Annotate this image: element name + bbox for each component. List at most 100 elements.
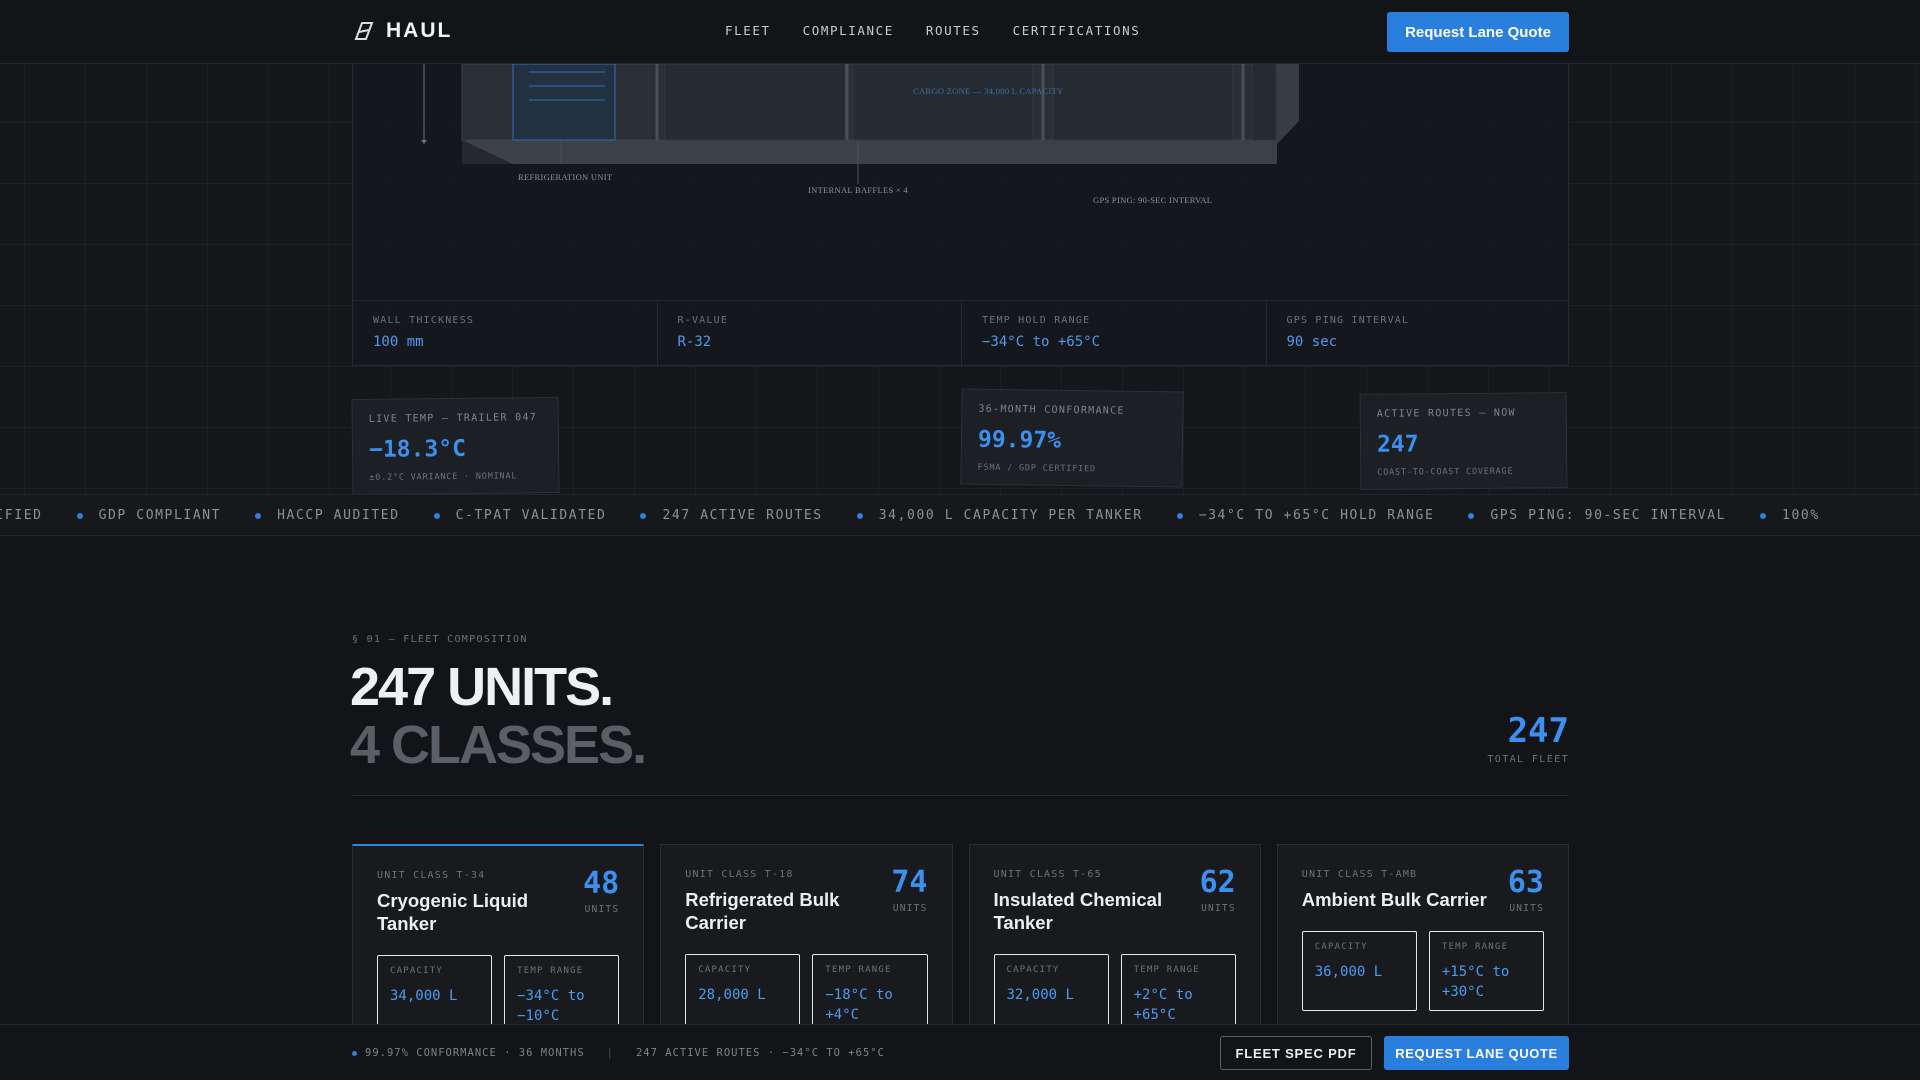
brand-logo[interactable]: HAUL bbox=[352, 19, 452, 43]
stat-label: TEMP RANGE bbox=[825, 965, 892, 975]
ticker-item: C-TPAT VALIDATED bbox=[433, 508, 607, 523]
bullet-dot-icon bbox=[856, 512, 863, 519]
fleet-card-tamb[interactable]: UNIT CLASS T-AMB Ambient Bulk Carrier 63… bbox=[1276, 844, 1569, 1054]
spec-temp-hold-range: TEMP HOLD RANGE −34°C to +65°C bbox=[962, 301, 1267, 366]
conformance-sub: FSMA / GDP CERTIFIED bbox=[977, 462, 1096, 475]
stat-value: +2°C to +65°C bbox=[1133, 987, 1193, 1023]
nav-routes[interactable]: ROUTES bbox=[926, 23, 981, 38]
stat-value: 36,000 L bbox=[1314, 964, 1383, 980]
brand-mark-icon bbox=[354, 22, 374, 40]
capacity-stat: CAPACITY 28,000 L bbox=[685, 954, 801, 1034]
live-temp-label: LIVE TEMP — TRAILER 047 bbox=[368, 412, 538, 425]
ticker-item: 100% bbox=[1760, 508, 1820, 523]
fleet-headline: 247 UNITS. 4 CLASSES. bbox=[350, 657, 647, 774]
ticker-item: GPS PING: 90-SEC INTERVAL bbox=[1468, 508, 1726, 523]
nav-fleet[interactable]: FLEET bbox=[725, 23, 771, 38]
spec-value: 90 sec bbox=[1286, 334, 1338, 350]
fleet-spec-pdf-button[interactable]: FLEET SPEC PDF bbox=[1220, 1036, 1372, 1070]
status-routes: 247 ACTIVE ROUTES · −34°C TO +65°C bbox=[635, 1047, 885, 1059]
spec-wall-thickness: WALL THICKNESS 100 mm bbox=[353, 301, 658, 366]
card-stats: CAPACITY 36,000 L TEMP RANGE +15°C to +3… bbox=[1301, 931, 1544, 1011]
brand-name: HAUL bbox=[386, 19, 453, 42]
ticker-track: TIFIED GDP COMPLIANT HACCP AUDITED C-TPA… bbox=[0, 508, 1854, 523]
spec-label: GPS PING INTERVAL bbox=[1286, 315, 1410, 326]
spec-label: R-VALUE bbox=[677, 315, 729, 326]
fleet-card-t65[interactable]: UNIT CLASS T-65 Insulated Chemical Tanke… bbox=[968, 844, 1261, 1054]
ticker-item: 34,000 L CAPACITY PER TANKER bbox=[856, 508, 1143, 523]
spec-label: WALL THICKNESS bbox=[373, 315, 475, 326]
gps-ping-label: GPS PING: 90-SEC INTERVAL bbox=[1093, 195, 1213, 205]
active-routes-value: 247 bbox=[1376, 431, 1419, 458]
status-strip: 99.97% CONFORMANCE · 36 MONTHS | 247 ACT… bbox=[352, 1047, 885, 1059]
card-count-number: 74 bbox=[891, 865, 928, 900]
status-separator: | bbox=[606, 1047, 614, 1059]
fleet-card-t18[interactable]: UNIT CLASS T-18 Refrigerated Bulk Carrie… bbox=[660, 844, 953, 1054]
card-title: Insulated Chemical Tanker bbox=[993, 889, 1163, 933]
tanker-schematic-panel: REFRIGERATION UNIT INTERNAL BAFFLES × 4 … bbox=[352, 64, 1570, 366]
ticker-item: 247 ACTIVE ROUTES bbox=[640, 508, 822, 523]
card-title: Refrigerated Bulk Carrier bbox=[685, 889, 840, 933]
card-title: Ambient Bulk Carrier bbox=[1301, 889, 1487, 910]
card-count: 63 UNITS bbox=[1507, 865, 1544, 915]
bullet-dot-icon bbox=[1176, 512, 1183, 519]
fleet-card-t34[interactable]: UNIT CLASS T-34 Cryogenic Liquid Tanker … bbox=[352, 844, 645, 1054]
section-divider bbox=[352, 795, 1569, 796]
spec-value: 100 mm bbox=[373, 334, 424, 350]
active-routes-label: ACTIVE ROUTES — NOW bbox=[1376, 407, 1516, 420]
nav-certifications[interactable]: CERTIFICATIONS bbox=[1013, 23, 1141, 38]
main-nav: FLEET COMPLIANCE ROUTES CERTIFICATIONS bbox=[725, 23, 1140, 38]
capacity-stat: CAPACITY 34,000 L bbox=[377, 955, 493, 1035]
active-routes-sub: COAST-TO-COAST COVERAGE bbox=[1377, 466, 1514, 478]
total-fleet-number: 247 bbox=[1507, 711, 1569, 751]
bullet-dot-icon bbox=[76, 512, 83, 519]
card-count-unit: UNITS bbox=[1201, 903, 1236, 914]
conformance-label: 36-MONTH CONFORMANCE bbox=[978, 403, 1125, 417]
active-routes-card: ACTIVE ROUTES — NOW 247 COAST-TO-COAST C… bbox=[1359, 392, 1568, 490]
total-fleet: 247 TOTAL FLEET bbox=[1487, 712, 1569, 765]
stat-value: −18°C to +4°C bbox=[825, 987, 893, 1023]
headline-line-units: 247 UNITS. bbox=[350, 657, 614, 717]
bullet-dot-icon bbox=[1468, 512, 1475, 519]
stat-value: 32,000 L bbox=[1006, 987, 1074, 1003]
spec-label: TEMP HOLD RANGE bbox=[982, 315, 1091, 326]
bullet-dot-icon bbox=[255, 512, 262, 519]
live-temp-sub: ±0.2°C VARIANCE · NOMINAL bbox=[369, 471, 518, 483]
stat-label: CAPACITY bbox=[1314, 942, 1368, 952]
spec-gps-ping: GPS PING INTERVAL 90 sec bbox=[1267, 301, 1571, 366]
spec-value: R-32 bbox=[677, 334, 712, 350]
live-temp-card: LIVE TEMP — TRAILER 047 −18.3°C ±0.2°C V… bbox=[351, 396, 560, 496]
tanker-schematic-drawing bbox=[421, 64, 1299, 184]
internal-baffles-label: INTERNAL BAFFLES × 4 bbox=[808, 185, 908, 195]
card-stats: CAPACITY 28,000 L TEMP RANGE −18°C to +4… bbox=[685, 954, 928, 1034]
card-stats: CAPACITY 34,000 L TEMP RANGE −34°C to −1… bbox=[377, 955, 620, 1035]
request-quote-button[interactable]: Request Lane Quote bbox=[1387, 12, 1569, 52]
nav-compliance[interactable]: COMPLIANCE bbox=[803, 23, 894, 38]
ticker-item: HACCP AUDITED bbox=[255, 508, 400, 523]
section-eyebrow: § 01 — FLEET COMPOSITION bbox=[352, 634, 528, 645]
card-count-unit: UNITS bbox=[892, 903, 928, 914]
site-header: HAUL FLEET COMPLIANCE ROUTES CERTIFICATI… bbox=[0, 0, 1920, 64]
bullet-dot-icon bbox=[433, 512, 440, 519]
card-count-unit: UNITS bbox=[584, 904, 620, 915]
card-count-number: 63 bbox=[1507, 865, 1544, 900]
conformance-card: 36-MONTH CONFORMANCE 99.97% FSMA / GDP C… bbox=[960, 388, 1184, 488]
capacity-stat: CAPACITY 36,000 L bbox=[1301, 931, 1417, 1011]
cargo-zone-label: CARGO ZONE — 34,000 L CAPACITY bbox=[913, 86, 1064, 96]
temp-range-stat: TEMP RANGE +2°C to +65°C bbox=[1120, 954, 1236, 1034]
stat-value: −34°C to −10°C bbox=[517, 988, 585, 1024]
spec-r-value: R-VALUE R-32 bbox=[658, 301, 962, 366]
request-lane-quote-button[interactable]: REQUEST LANE QUOTE bbox=[1384, 1036, 1569, 1070]
capacity-stat: CAPACITY 32,000 L bbox=[993, 954, 1109, 1034]
spec-row: WALL THICKNESS 100 mm R-VALUE R-32 TEMP … bbox=[353, 300, 1570, 366]
total-fleet-label: TOTAL FLEET bbox=[1487, 754, 1569, 765]
ticker-item: −34°C TO +65°C HOLD RANGE bbox=[1176, 508, 1435, 523]
temp-range-stat: TEMP RANGE +15°C to +30°C bbox=[1428, 931, 1544, 1011]
stat-label: CAPACITY bbox=[1006, 965, 1060, 975]
card-count-number: 62 bbox=[1199, 865, 1236, 900]
stat-value: +15°C to +30°C bbox=[1441, 964, 1510, 1000]
credentials-ticker: TIFIED GDP COMPLIANT HACCP AUDITED C-TPA… bbox=[0, 494, 1920, 536]
temp-range-stat: TEMP RANGE −18°C to +4°C bbox=[812, 954, 928, 1034]
card-stats: CAPACITY 32,000 L TEMP RANGE +2°C to +65… bbox=[993, 954, 1236, 1034]
status-conformance: 99.97% CONFORMANCE · 36 MONTHS bbox=[365, 1047, 585, 1059]
stat-value: 34,000 L bbox=[390, 988, 458, 1004]
